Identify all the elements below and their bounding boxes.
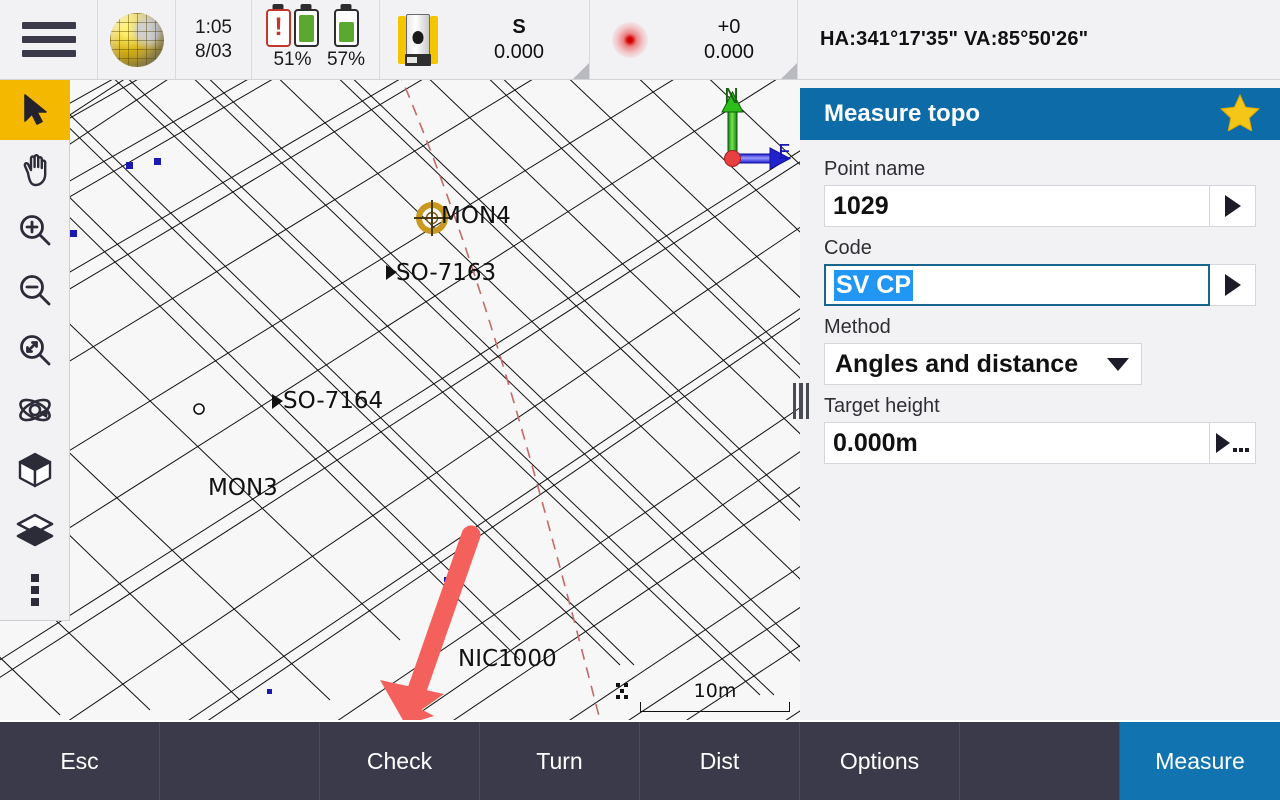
- turn-button[interactable]: Turn: [480, 722, 640, 800]
- method-select[interactable]: Angles and distance: [824, 343, 1142, 385]
- dist-button[interactable]: Dist: [640, 722, 800, 800]
- instrument-status[interactable]: S 0.000: [380, 0, 590, 79]
- blank-button-1[interactable]: [160, 722, 320, 800]
- code-row: SV CP: [824, 264, 1256, 306]
- method-select-value: Angles and distance: [835, 349, 1079, 378]
- layers-tool[interactable]: [0, 500, 70, 560]
- laser-status[interactable]: +0 0.000: [590, 0, 798, 79]
- select-tool[interactable]: [0, 80, 70, 140]
- panel-title-bar: Measure topo: [800, 88, 1280, 140]
- pan-tool[interactable]: [0, 140, 70, 200]
- bottom-toolbar: Esc Check Turn Dist Options Measure: [0, 722, 1280, 800]
- hamburger-menu-button[interactable]: [0, 0, 98, 79]
- zoom-in-icon: [19, 215, 50, 246]
- cube-icon: [18, 452, 51, 488]
- status-bar: 1:05 8/03 ! 51% 57% S 0.000 +0 0.000 HA:…: [0, 0, 1280, 80]
- point-name-row: 1029: [824, 185, 1256, 227]
- code-dropdown-button[interactable]: [1210, 264, 1256, 306]
- angle-readout-text: HA:341°17'35" VA:85°50'26": [820, 28, 1089, 50]
- datetime-status[interactable]: 1:05 8/03: [176, 0, 252, 79]
- more-vertical-icon: [30, 574, 39, 606]
- layers-icon: [16, 513, 53, 547]
- laser-offset: +0: [717, 15, 741, 38]
- code-input[interactable]: SV CP: [824, 264, 1210, 306]
- more-tools[interactable]: [0, 560, 70, 620]
- map-label-nic1000[interactable]: NIC1000: [458, 646, 557, 672]
- arrow-cursor-icon: [23, 94, 47, 125]
- clock-time: 1:05: [195, 17, 232, 39]
- zoom-extents-tool[interactable]: [0, 320, 70, 380]
- annotation-arrow-icon: [380, 525, 481, 720]
- map-label-mon3[interactable]: MON3: [208, 475, 278, 501]
- map-canvas[interactable]: MON4 SO-7163 SO-7164 MON3 NIC1000 GIN105…: [0, 80, 800, 720]
- options-button[interactable]: Options: [800, 722, 960, 800]
- globe-status-button[interactable]: [98, 0, 176, 79]
- page-title: Measure topo: [824, 100, 981, 127]
- battery-2-percent: 57%: [326, 48, 366, 70]
- chevron-down-icon: [1107, 357, 1129, 371]
- globe-icon: [109, 12, 164, 67]
- battery-warning-icon: !: [265, 8, 291, 47]
- laser-value: 0.000: [704, 40, 755, 63]
- north-east-axis-icon: N E: [700, 84, 795, 178]
- method-label: Method: [824, 316, 891, 338]
- blank-button-2[interactable]: [960, 722, 1120, 800]
- target-height-row: 0.000m: [824, 422, 1256, 464]
- caret-right-more-icon: [1216, 433, 1249, 453]
- view-3d-tool[interactable]: [0, 440, 70, 500]
- battery-group-1: ! 51%: [265, 8, 319, 71]
- point-name-input[interactable]: 1029: [824, 185, 1210, 227]
- app-root: 1:05 8/03 ! 51% 57% S 0.000 +0 0.000 HA:…: [0, 0, 1280, 800]
- target-height-label: Target height: [824, 395, 940, 417]
- code-label: Code: [824, 237, 872, 259]
- code-input-selected-text: SV CP: [834, 269, 914, 301]
- map-tool-palette: [0, 80, 70, 621]
- hand-icon: [23, 153, 46, 187]
- orbit-tool[interactable]: [0, 380, 70, 440]
- target-height-options-button[interactable]: [1210, 422, 1256, 464]
- battery-group-2: 57%: [326, 8, 366, 71]
- clock-date: 8/03: [195, 40, 232, 62]
- star-icon[interactable]: [1219, 93, 1261, 136]
- target-height-input[interactable]: 0.000m: [824, 422, 1210, 464]
- hamburger-menu-icon: [21, 22, 76, 57]
- point-name-dropdown-button[interactable]: [1210, 185, 1256, 227]
- angle-readout: HA:341°17'35" VA:85°50'26": [798, 0, 1280, 79]
- point-name-label: Point name: [824, 158, 926, 180]
- panel-splitter-handle[interactable]: [790, 380, 812, 422]
- battery-1-percent: 51%: [273, 48, 312, 70]
- panel-form: Point name 1029 Code SV CP Method Angles…: [800, 148, 1280, 464]
- total-station-icon: [398, 13, 438, 66]
- battery-icon: [333, 8, 359, 47]
- map-label-mon4[interactable]: MON4: [441, 203, 511, 229]
- battery-icon: [293, 8, 319, 47]
- map-label-so-7164[interactable]: SO-7164: [283, 388, 383, 414]
- axis-east-label: E: [778, 140, 791, 164]
- esc-button[interactable]: Esc: [0, 722, 160, 800]
- measure-panel: Measure topo Point name 1029 Code SV CP: [800, 80, 1280, 720]
- zoom-out-icon: [19, 275, 50, 306]
- zoom-out-tool[interactable]: [0, 260, 70, 320]
- check-button[interactable]: Check: [320, 722, 480, 800]
- caret-right-icon: [1224, 274, 1241, 296]
- instrument-value: 0.000: [494, 40, 545, 63]
- zoom-extents-icon: [19, 335, 50, 366]
- axis-north-label: N: [724, 84, 739, 108]
- zoom-in-tool[interactable]: [0, 200, 70, 260]
- map-vector-drawing: [0, 80, 800, 720]
- map-scale-label: 10m: [693, 680, 737, 702]
- orbit-rotate-icon: [18, 398, 51, 422]
- laser-pointer-icon: [612, 21, 648, 58]
- battery-status[interactable]: ! 51% 57%: [252, 0, 380, 79]
- measure-button[interactable]: Measure: [1120, 722, 1280, 800]
- map-scale-bar: 10m: [640, 680, 790, 712]
- map-label-so-7163[interactable]: SO-7163: [396, 260, 496, 286]
- instrument-mode: S: [512, 15, 526, 38]
- caret-right-icon: [1224, 195, 1241, 217]
